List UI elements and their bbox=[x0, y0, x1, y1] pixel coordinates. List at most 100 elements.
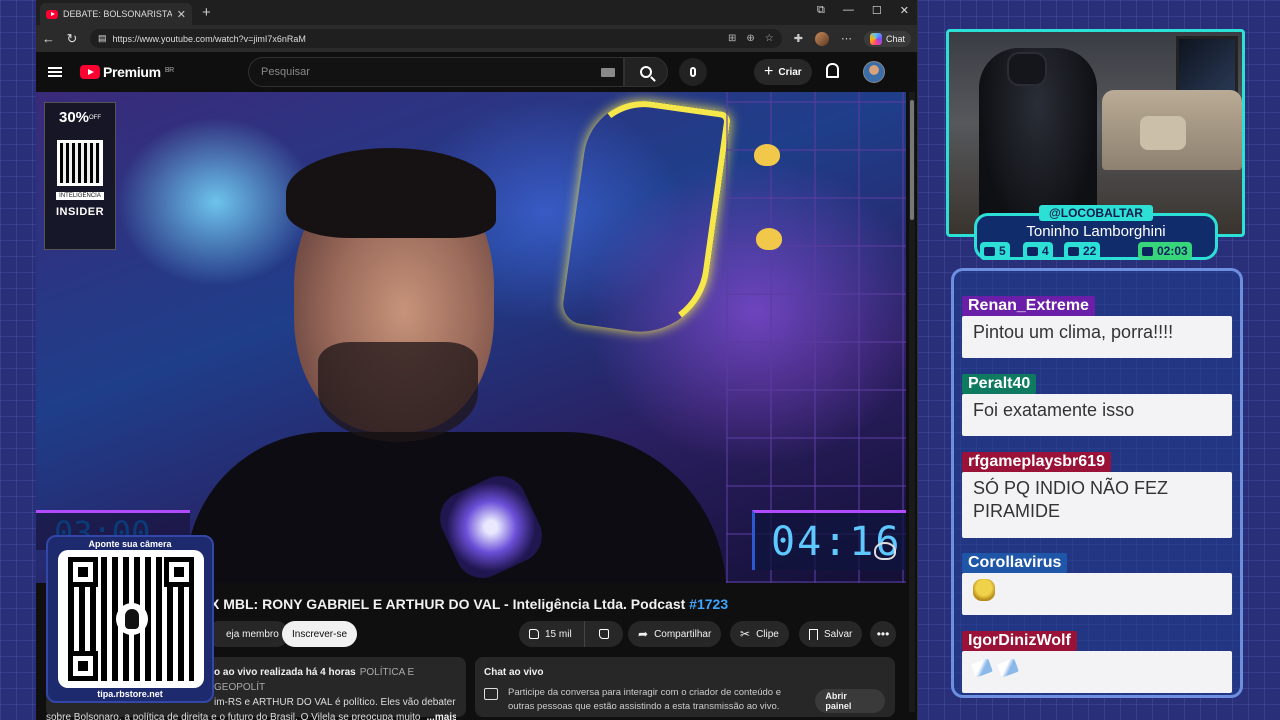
address-bar[interactable]: ▤ https://www.youtube.com/watch?v=jimI7x… bbox=[90, 29, 782, 48]
stat-members: 22 bbox=[1064, 242, 1101, 260]
create-label: Criar bbox=[778, 66, 802, 78]
copilot-chat-button[interactable]: Chat bbox=[863, 30, 911, 47]
app-available-icon[interactable]: ⊞ bbox=[728, 33, 736, 44]
chat-username: Renan_Extreme bbox=[962, 296, 1095, 316]
video-player[interactable]: 30%OFF INTELIGÊNCIA INSIDER 03:00 04:16 bbox=[36, 92, 906, 583]
url-text: https://www.youtube.com/watch?v=jimI7x6n… bbox=[112, 33, 306, 44]
chat-message: Renan_Extreme Pintou um clima, porra!!!! bbox=[962, 296, 1232, 358]
profile-avatar-icon[interactable] bbox=[814, 31, 829, 46]
host-beard bbox=[318, 342, 478, 442]
copilot-icon bbox=[869, 32, 882, 45]
more-menu-icon[interactable]: ⋯ bbox=[841, 32, 852, 45]
voice-search-button[interactable] bbox=[679, 58, 707, 86]
scissors-icon: ✂ bbox=[740, 627, 751, 641]
streamer-stats: 5 4 22 02:03 bbox=[976, 242, 1214, 260]
new-tab-icon[interactable]: + bbox=[202, 4, 211, 21]
youtube-play-icon bbox=[80, 65, 100, 79]
episode-hashtag[interactable]: #1723 bbox=[689, 596, 728, 612]
qr-overlay: Aponte sua câmera tipa.rbstore.net bbox=[46, 535, 214, 703]
chat-username: Corollavirus bbox=[962, 553, 1068, 573]
close-window-icon[interactable]: ✕ bbox=[900, 4, 909, 17]
create-button[interactable]: + Criar bbox=[754, 59, 812, 85]
webcam-window bbox=[1176, 36, 1238, 98]
rubber-duck bbox=[754, 144, 780, 166]
address-bar-row: ← ↻ ▤ https://www.youtube.com/watch?v=ji… bbox=[36, 25, 917, 52]
subscribe-label: Inscrever-se bbox=[292, 628, 348, 640]
streamer-handle: @LOCOBALTAR bbox=[1039, 205, 1153, 221]
like-button[interactable]: 15 mil bbox=[519, 621, 585, 647]
thumbs-down-icon bbox=[599, 629, 609, 639]
gaming-chair-headrest bbox=[1007, 52, 1047, 86]
window-controls: ⧉ — ☐ ✕ bbox=[817, 4, 909, 17]
youtube-favicon-icon bbox=[46, 9, 58, 19]
description-meta: o ao vivo realizada há 4 horas bbox=[214, 667, 356, 678]
scrollbar-thumb[interactable] bbox=[910, 100, 914, 220]
page-scrollbar[interactable] bbox=[909, 92, 915, 712]
members-icon bbox=[1068, 246, 1079, 256]
menu-icon[interactable] bbox=[48, 67, 62, 77]
qr-finder bbox=[164, 557, 194, 587]
chat-message: Peralt40 Foi exatamente isso bbox=[962, 374, 1232, 436]
open-panel-button[interactable]: Abrir painel bbox=[815, 689, 885, 713]
reload-icon[interactable]: ↻ bbox=[66, 31, 78, 47]
browser-tab[interactable]: DEBATE: BOLSONARISTA X MBL: R ✕ bbox=[40, 3, 192, 25]
search-placeholder: Pesquisar bbox=[261, 66, 310, 78]
dislike-button[interactable] bbox=[585, 621, 623, 647]
live-chat-title: Chat ao vivo bbox=[484, 667, 544, 678]
tab-actions-icon[interactable]: ⧉ bbox=[817, 4, 825, 17]
share-button[interactable]: ➦ Compartilhar bbox=[628, 621, 722, 647]
account-avatar[interactable] bbox=[863, 61, 885, 83]
qr-microphone-icon bbox=[116, 603, 148, 635]
youtube-logo[interactable]: Premium BR bbox=[80, 64, 174, 80]
favorite-star-icon[interactable]: ☆ bbox=[765, 33, 774, 44]
save-button[interactable]: Salvar bbox=[799, 621, 863, 647]
duck-emote-icon bbox=[973, 579, 995, 602]
host-hair bbox=[286, 148, 496, 238]
youtube-header: Premium BR Pesquisar + Criar bbox=[36, 52, 917, 92]
show-more-link[interactable]: ...mais bbox=[426, 712, 456, 720]
chat-emote-row bbox=[962, 573, 1232, 615]
qr-bottom-text: tipa.rbstore.net bbox=[97, 689, 163, 699]
chat-username: IgorDinizWolf bbox=[962, 631, 1077, 651]
chat-emote-row bbox=[962, 651, 1232, 693]
address-bar-icons: ⊞ ⊕ ☆ bbox=[728, 33, 774, 44]
more-actions-button[interactable]: ••• bbox=[870, 621, 896, 647]
extensions-icon[interactable]: ✚ bbox=[794, 32, 803, 45]
search-button[interactable] bbox=[624, 57, 668, 87]
youtube-icon bbox=[1027, 246, 1038, 256]
brush-emote-icon bbox=[997, 658, 1019, 678]
minimize-icon[interactable]: — bbox=[843, 4, 854, 17]
sponsor-ad: 30%OFF INTELIGÊNCIA INSIDER bbox=[44, 102, 116, 250]
more-dots-icon: ••• bbox=[876, 627, 890, 641]
save-label: Salvar bbox=[824, 628, 853, 640]
site-info-icon[interactable]: ▤ bbox=[98, 33, 107, 44]
ad-discount: 30%OFF bbox=[58, 109, 102, 126]
timer-right: 04:16 bbox=[752, 510, 906, 570]
zoom-icon[interactable]: ⊕ bbox=[746, 33, 754, 44]
ad-tag: INTELIGÊNCIA bbox=[56, 192, 104, 200]
webcam-pillow bbox=[1140, 116, 1186, 150]
clip-button[interactable]: ✂ Clipe bbox=[730, 621, 789, 647]
share-label: Compartilhar bbox=[654, 628, 712, 640]
ad-qr-code bbox=[57, 140, 103, 186]
rubber-duck bbox=[756, 228, 782, 250]
chat-text: Pintou um clima, porra!!!! bbox=[962, 316, 1232, 358]
streamer-name: Toninho Lamborghini bbox=[1026, 223, 1166, 240]
video-title: X MBL: RONY GABRIEL E ARTHUR DO VAL - In… bbox=[210, 596, 729, 612]
search-icon bbox=[640, 66, 652, 78]
back-icon[interactable]: ← bbox=[42, 31, 55, 46]
maximize-icon[interactable]: ☐ bbox=[872, 4, 882, 17]
thumbs-up-icon bbox=[529, 629, 539, 639]
tab-close-icon[interactable]: ✕ bbox=[177, 8, 186, 21]
keyboard-icon[interactable] bbox=[601, 68, 615, 77]
search-input[interactable]: Pesquisar bbox=[248, 57, 624, 87]
live-chat-text: Participe da conversa para interagir com… bbox=[508, 687, 782, 712]
clip-label: Clipe bbox=[756, 628, 779, 640]
neon-sign bbox=[560, 93, 732, 341]
share-icon: ➦ bbox=[638, 627, 649, 641]
subscribe-button[interactable]: Inscrever-se bbox=[282, 621, 358, 647]
notifications-bell-icon[interactable] bbox=[824, 62, 840, 80]
join-button[interactable]: eja membro bbox=[206, 621, 289, 647]
plus-icon: + bbox=[764, 63, 774, 80]
like-count: 15 mil bbox=[545, 628, 572, 640]
